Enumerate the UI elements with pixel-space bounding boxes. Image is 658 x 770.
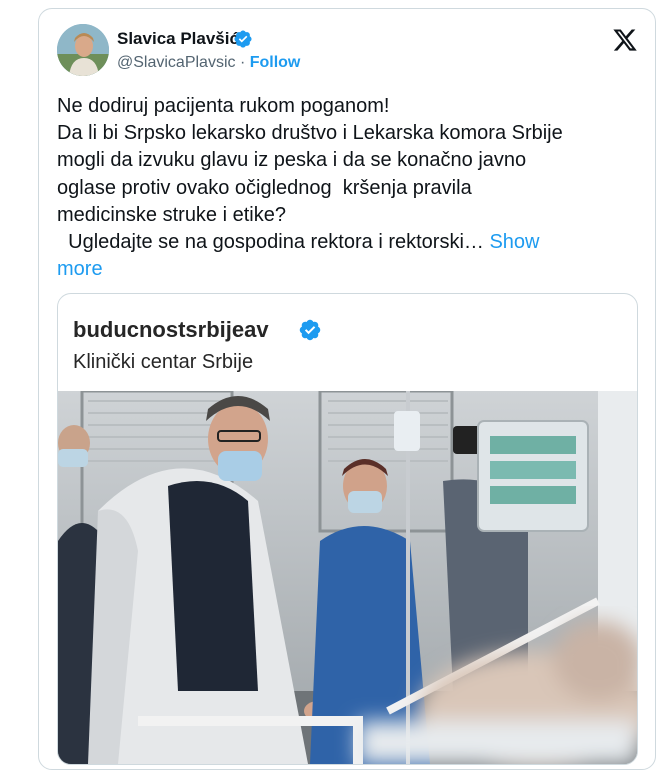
verified-badge-icon [299,319,321,341]
verified-badge-icon [234,30,252,48]
author-avatar[interactable] [57,24,109,76]
quoted-post[interactable]: buducnostsrbijeav Klinički centar Srbije [57,293,638,765]
tweet-card[interactable]: Slavica Plavšić @SlavicaPlavsic · Follow… [38,8,656,770]
tweet-text: Ne dodiruj pacijenta rukom poganom! Da l… [57,93,637,283]
x-logo-icon[interactable] [612,27,638,53]
follow-button[interactable]: Follow [250,54,301,71]
author-handle-line: @SlavicaPlavsic · Follow [117,54,300,72]
quoted-account-name[interactable]: buducnostsrbijeav [73,317,269,343]
hospital-photo[interactable] [58,391,637,764]
tweet-body: Ne dodiruj pacijenta rukom poganom! Da l… [57,95,563,254]
author-handle[interactable]: @SlavicaPlavsic [117,54,236,71]
author-name[interactable]: Slavica Plavšić [117,29,239,49]
handle-separator: · [235,54,250,71]
quoted-location: Klinički centar Srbije [73,351,254,373]
